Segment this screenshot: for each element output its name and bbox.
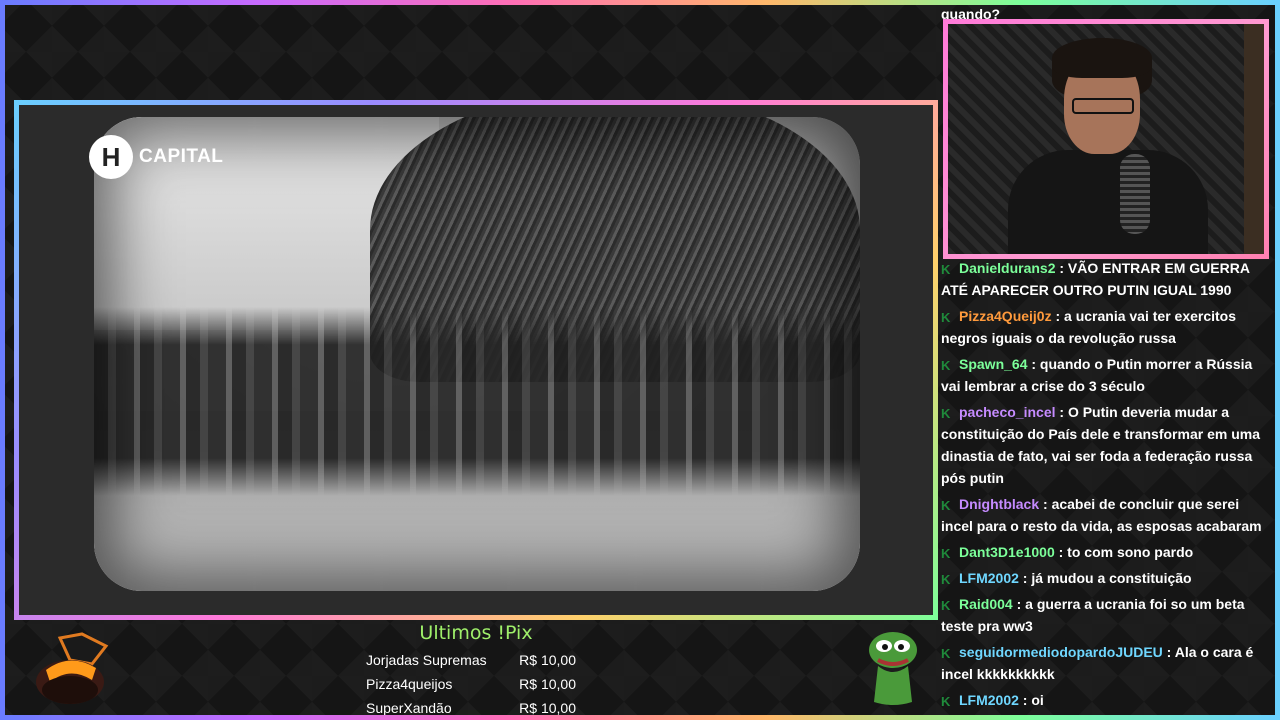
pix-donor-name: SuperXandão xyxy=(366,700,452,716)
chat-text: : oi xyxy=(1018,692,1044,708)
video-player[interactable]: H CAPITAL xyxy=(19,105,933,615)
chat-text: : já mudou a constituição xyxy=(1018,570,1192,586)
chat-message: K Raid004 : a guerra a ucrania foi so um … xyxy=(941,593,1263,637)
pix-donor-name: Pizza4queijos xyxy=(366,676,453,692)
chat-message: K Dnightblack : acabei de concluir que se… xyxy=(941,493,1263,537)
kick-badge-icon: K xyxy=(941,262,951,277)
kick-badge-icon: K xyxy=(941,406,951,421)
kick-badge-icon: K xyxy=(941,546,951,561)
channel-logo: H CAPITAL xyxy=(89,135,223,179)
chat-message: K Danieldurans2 : VÃO ENTRAR EM GUERRA AT… xyxy=(941,257,1263,301)
chat-message: K LFM2002 : já mudou a constituição xyxy=(941,567,1263,589)
chat-username[interactable]: Spawn_64 xyxy=(959,356,1027,372)
chat-username[interactable]: LFM2002 xyxy=(959,570,1019,586)
chat-username[interactable]: LFM2002 xyxy=(959,692,1019,708)
pix-row: Pizza4queijos R$ 10,00 xyxy=(366,672,586,696)
pix-amount: R$ 10,00 xyxy=(519,652,576,668)
kick-badge-icon: K xyxy=(941,646,951,661)
chat-message: KseguidormediodopardoJUDEU : Ala o cara … xyxy=(941,641,1263,685)
chat-username[interactable]: Dant3D1e1000 xyxy=(959,544,1055,560)
chat-username[interactable]: seguidormediodopardoJUDEU xyxy=(959,644,1163,660)
kick-badge-icon: K xyxy=(941,310,951,325)
webcam-feed xyxy=(948,24,1264,254)
pix-title: Ultimos !Pix xyxy=(419,622,533,644)
chat-message: Kpacheco_incel : O Putin deveria mudar a… xyxy=(941,401,1263,489)
chat-username[interactable]: Raid004 xyxy=(959,596,1013,612)
chat-message: K LFM2002 : oi xyxy=(941,689,1263,711)
chat-message: K Spawn_64 : quando o Putin morrer a Rúss… xyxy=(941,353,1263,397)
chat-message: K Dant3D1e1000 : to com sono pardo xyxy=(941,541,1263,563)
webcam-frame xyxy=(943,19,1269,259)
kick-badge-icon: K xyxy=(941,498,951,513)
kick-badge-icon: K xyxy=(941,598,951,613)
logo-text: CAPITAL xyxy=(139,146,224,167)
chat-text: : to com sono pardo xyxy=(1054,544,1194,560)
chat-message: K Pizza4Queij0z : a ucrania vai ter exerc… xyxy=(941,305,1263,349)
pix-donor-name: Jorjadas Supremas xyxy=(366,652,487,668)
microphone-icon xyxy=(1120,154,1150,234)
historical-film-image xyxy=(94,117,860,591)
chat-username[interactable]: Danieldurans2 xyxy=(959,260,1055,276)
pix-row: Jorjadas Supremas R$ 10,00 xyxy=(366,648,586,672)
pix-amount: R$ 10,00 xyxy=(519,676,576,692)
kick-badge-icon: K xyxy=(941,358,951,373)
chat-message-list: K Danieldurans2 : VÃO ENTRAR EM GUERRA AT… xyxy=(941,257,1263,715)
kick-badge-icon: K xyxy=(941,694,951,709)
chat-username[interactable]: Dnightblack xyxy=(959,496,1039,512)
mascot-left-icon xyxy=(36,632,109,704)
kick-badge-icon: K xyxy=(941,572,951,587)
chat-username[interactable]: pacheco_incel xyxy=(959,404,1056,420)
logo-mark-icon: H xyxy=(89,135,133,179)
pix-row: SuperXandão R$ 10,00 xyxy=(366,696,586,720)
pix-amount: R$ 10,00 xyxy=(519,700,576,716)
video-frame: H CAPITAL xyxy=(14,100,938,620)
recent-pix-panel: Ultimos !Pix Jorjadas Supremas R$ 10,00 … xyxy=(366,622,586,720)
pepe-frog-icon xyxy=(869,632,917,705)
chat-username[interactable]: Pizza4Queij0z xyxy=(959,308,1052,324)
